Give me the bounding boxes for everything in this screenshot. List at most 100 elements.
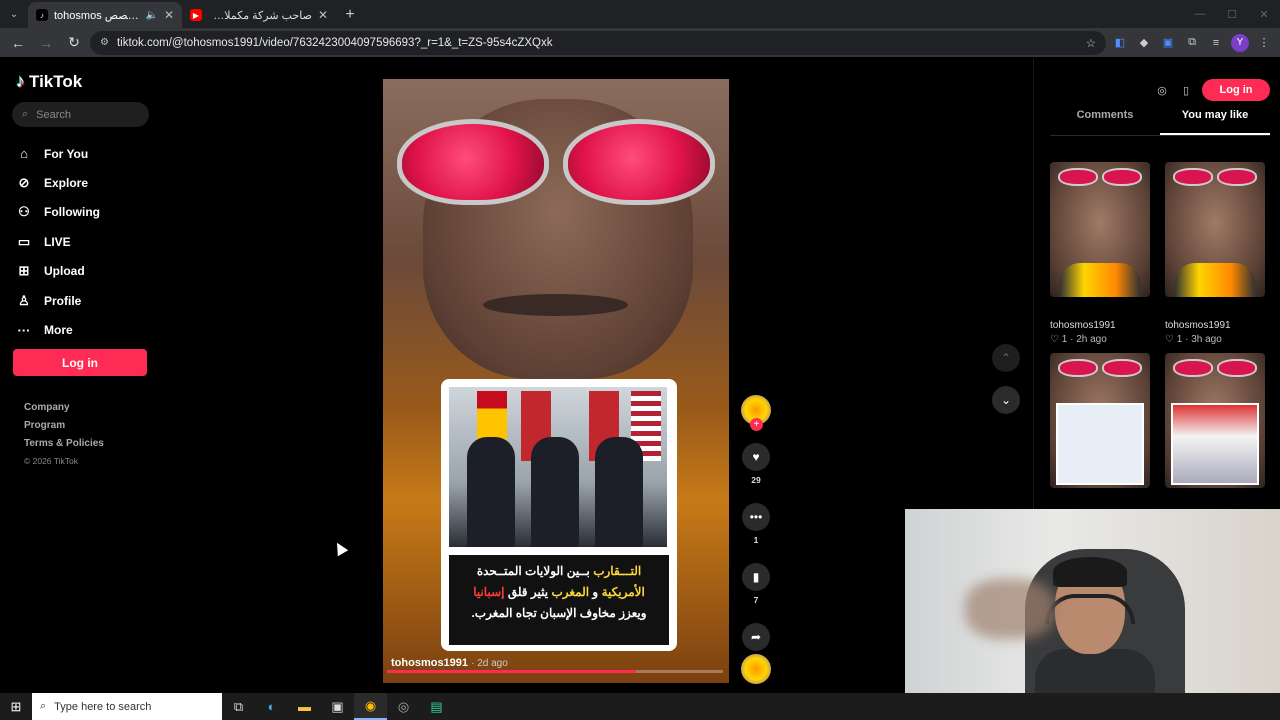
sidebar-login-button[interactable]: Log in (13, 349, 147, 376)
terms-link[interactable]: Terms & Policies (24, 438, 104, 456)
chrome-icon[interactable]: ◉ (354, 693, 387, 720)
task-view-icon[interactable]: ⧉ (222, 693, 255, 720)
edge-icon[interactable]: ◐ (255, 693, 288, 720)
new-tab-button[interactable]: + (336, 2, 364, 28)
tab-search-button[interactable]: ⌄ (0, 0, 28, 28)
close-tab-icon[interactable]: ✕ (318, 8, 328, 22)
next-video-button[interactable]: ⌄ (992, 386, 1020, 414)
video-thumbnail[interactable] (1165, 353, 1265, 488)
sidebar-item-explore[interactable]: ⊘ Explore (16, 168, 156, 197)
thumbnail-glasses (1058, 359, 1142, 377)
comment-button[interactable]: ••• 1 (740, 503, 772, 545)
video-progress-bar[interactable] (387, 670, 723, 673)
sidebar-item-live[interactable]: ▭ LIVE (16, 227, 156, 256)
program-link[interactable]: Program (24, 420, 104, 438)
windows-start-icon[interactable]: ⊞ (0, 693, 32, 720)
media-control-icon[interactable]: ≡ (1206, 33, 1226, 53)
profile-initial: Y (1231, 33, 1249, 52)
search-icon: ⌕ (22, 108, 29, 120)
profile-avatar[interactable]: Y (1230, 33, 1250, 53)
sidebar-nav: ⌂ For You ⊘ Explore ⚇ Following ▭ LIVE ⊞ Uplo… (16, 139, 156, 345)
thumbnail-glasses (1058, 168, 1142, 186)
sidebar-item-profile[interactable]: ♙ Profile (16, 286, 156, 315)
company-link[interactable]: Company (24, 402, 104, 420)
right-lens (563, 119, 715, 205)
speaker-icon[interactable]: 🔈 (145, 10, 157, 21)
recommended-video[interactable]: tohosmos1991 ♡ 1 · 2h ago (1050, 162, 1150, 345)
caption-highlight: المغرب (551, 585, 590, 599)
recommended-video[interactable] (1050, 353, 1150, 488)
header-login-button[interactable]: Log in (1202, 79, 1270, 101)
url-text[interactable]: tiktok.com/@tohosmos1991/video/763242300… (117, 37, 1078, 49)
news-inset-card: التـــقارب بــين الولايات المتــحدة الأم… (441, 379, 677, 651)
app-icon[interactable]: ▤ (420, 693, 453, 720)
browser-tab-youtube[interactable]: ▶ صاحب شركة مكملات غذائية يواجه ✕ (182, 2, 336, 28)
caption-text: بــين الولايات المتــحدة (476, 564, 590, 578)
news-person (595, 437, 643, 547)
extension-diamond-icon[interactable]: ◆ (1134, 33, 1154, 53)
omnibox[interactable]: ⚙ tiktok.com/@tohosmos1991/video/7632423… (90, 30, 1106, 55)
following-icon: ⚇ (18, 204, 30, 220)
taskbar: ⊞ ⌕ Type here to search ⧉ ◐ ▬ ▣ ◉ ◎ ▤ (0, 693, 1280, 720)
video-author[interactable]: tohosmos1991 (1165, 320, 1265, 331)
save-button[interactable]: ▮ 7 (740, 563, 772, 605)
bookmark-star-icon[interactable]: ☆ (1086, 36, 1096, 50)
translate-extension-icon[interactable]: ◧ (1110, 33, 1130, 53)
caption-line-2: الأمريكية و المغرب يثير قلق إسبانيا (449, 582, 669, 603)
previous-video-button[interactable]: ⌃ (992, 344, 1020, 372)
maximize-icon[interactable]: ☐ (1216, 0, 1248, 28)
video-thumbnail[interactable] (1050, 353, 1150, 488)
extensions-puzzle-icon[interactable]: ⧉ (1182, 33, 1202, 53)
news-person (531, 437, 579, 547)
caption-line-1: التـــقارب بــين الولايات المتــحدة (449, 561, 669, 582)
browser-menu-icon[interactable]: ⋮ (1254, 33, 1274, 53)
browser-tab-tiktok[interactable]: ♪ tohosmos تحصصص (@toh 🔈 ✕ (28, 2, 182, 28)
tab-comments[interactable]: Comments (1050, 109, 1160, 135)
video-author[interactable]: tohosmos1991 · 2d ago (391, 657, 508, 669)
obs-icon[interactable]: ◎ (387, 693, 420, 720)
forward-button[interactable]: → (34, 31, 58, 55)
upload-icon: ⊞ (18, 263, 30, 279)
sidebar-item-following[interactable]: ⚇ Following (16, 198, 156, 227)
back-button[interactable]: ← (6, 31, 30, 55)
heart-icon: ♥ (742, 443, 770, 471)
tab-you-may-like[interactable]: You may like (1160, 109, 1270, 135)
creator-avatar[interactable]: + (741, 395, 771, 431)
video-thumbnail[interactable] (1165, 162, 1265, 297)
sidebar-item-label: More (44, 323, 73, 338)
minimize-icon[interactable]: — (1184, 0, 1216, 28)
video-author[interactable]: tohosmos1991 (1050, 320, 1150, 331)
sound-avatar[interactable] (741, 654, 771, 684)
author-name[interactable]: tohosmos1991 (391, 657, 468, 669)
follow-plus-icon[interactable]: + (750, 418, 763, 431)
sidebar-item-label: Profile (44, 293, 82, 308)
compass-icon: ⊘ (18, 175, 30, 191)
tiktok-logo[interactable]: ♪ TikTok (16, 71, 82, 92)
taskbar-search-input[interactable]: ⌕ Type here to search (32, 693, 222, 720)
close-tab-icon[interactable]: ✕ (164, 8, 174, 22)
copyright-text: © 2026 TikTok (24, 456, 78, 466)
site-info-icon[interactable]: ⚙ (100, 37, 109, 48)
recommended-video[interactable]: tohosmos1991 ♡ 1 · 3h ago (1165, 162, 1265, 345)
reload-button[interactable]: ↻ (62, 31, 86, 55)
sidebar-item-label: Upload (44, 264, 85, 279)
browser-tab-strip: ⌄ ♪ tohosmos تحصصص (@toh 🔈 ✕ ▶ صاحب شركة… (0, 0, 1280, 28)
sidebar-item-for-you[interactable]: ⌂ For You (16, 139, 156, 168)
compass-icon[interactable]: ◎ (1154, 82, 1170, 98)
recommended-video[interactable] (1165, 353, 1265, 488)
sidebar-item-label: For You (44, 146, 89, 161)
thumbnail-news-card (1056, 403, 1144, 485)
tab-title: tohosmos تحصصص (@toh (54, 9, 139, 22)
search-input[interactable]: ⌕ Search (12, 102, 149, 127)
store-icon[interactable]: ▣ (321, 693, 354, 720)
sidebar-item-more[interactable]: ··· More (16, 315, 156, 344)
bookmark-icon: ▮ (742, 563, 770, 591)
sidebar-item-upload[interactable]: ⊞ Upload (16, 257, 156, 286)
mobile-icon[interactable]: ▯ (1178, 82, 1194, 98)
video-player[interactable]: التـــقارب بــين الولايات المتــحدة الأم… (383, 79, 729, 683)
video-thumbnail[interactable] (1050, 162, 1150, 297)
like-button[interactable]: ♥ 29 (740, 443, 772, 485)
extension-blue-icon[interactable]: ▣ (1158, 33, 1178, 53)
file-explorer-icon[interactable]: ▬ (288, 693, 321, 720)
close-window-icon[interactable]: ✕ (1248, 0, 1280, 28)
